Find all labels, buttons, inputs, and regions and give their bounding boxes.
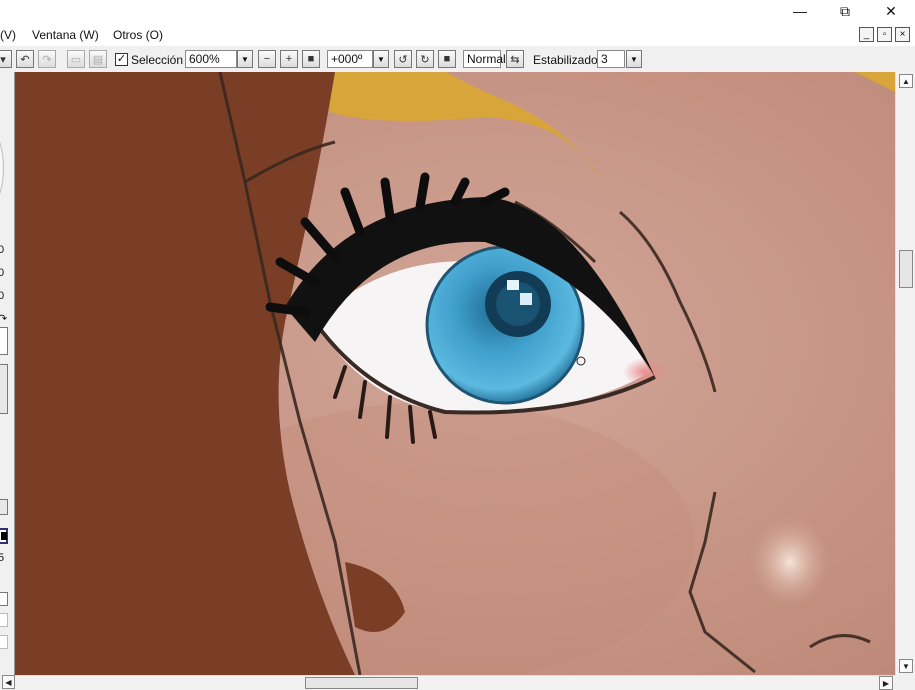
stabilizer-dropdown-button[interactable]: ▼: [626, 50, 642, 68]
menu-item-ventana[interactable]: Ventana (W): [32, 28, 99, 42]
panel-option-2[interactable]: [0, 613, 8, 627]
zoom-out-button[interactable]: −: [258, 50, 276, 68]
drawing-canvas[interactable]: [15, 72, 895, 675]
selection-label: Selección: [131, 53, 184, 67]
rotation-select[interactable]: +000º: [327, 50, 373, 68]
stabilizer-select[interactable]: 3: [597, 50, 625, 68]
color-preview[interactable]: [0, 327, 8, 355]
menu-item-otros[interactable]: Otros (O): [113, 28, 163, 42]
panel-option-1[interactable]: [0, 592, 8, 606]
restore-icon: ▫: [882, 28, 887, 40]
redo-icon: ↷: [42, 53, 52, 66]
zoom-in-button[interactable]: +: [280, 50, 298, 68]
window-restore-button[interactable]: ⧉: [831, 2, 859, 20]
menu-item-view[interactable]: (V): [0, 28, 16, 42]
invert-selection-button[interactable]: ▤: [89, 50, 107, 68]
flip-icon: ⇆: [510, 53, 520, 66]
stabilizer-label: Estabilizador: [533, 53, 602, 67]
scroll-right-button[interactable]: ▶: [879, 676, 893, 690]
vertical-scrollbar[interactable]: ▲ ▼: [895, 72, 915, 675]
undo-icon: ↶: [20, 53, 30, 66]
panel-option-3[interactable]: [0, 635, 8, 649]
reset-icon: ■: [307, 53, 315, 65]
chevron-down-icon: ▼: [241, 54, 249, 64]
chevron-left-icon: ◀: [5, 677, 12, 687]
slider-value-1: 0: [0, 244, 4, 256]
window-close-button[interactable]: ✕: [877, 2, 905, 20]
arrow-icon: ↷: [0, 312, 7, 325]
undo-button[interactable]: ↶: [16, 50, 34, 68]
toolbar-dropdown-button[interactable]: ▾: [0, 50, 12, 68]
hscroll-left-area: ◀: [0, 675, 15, 689]
rotate-left-button[interactable]: ↺: [394, 50, 412, 68]
close-icon: ×: [899, 28, 906, 40]
invert-selection-icon: ▤: [92, 53, 104, 66]
deselect-icon: ▭: [70, 53, 82, 66]
scrollbar-corner: [895, 675, 915, 689]
zoom-reset-button[interactable]: ■: [302, 50, 320, 68]
window-minimize-button[interactable]: —: [786, 2, 814, 20]
selection-checkbox[interactable]: ✓: [115, 53, 128, 66]
blend-mode-select[interactable]: Normal: [463, 50, 506, 68]
rotation-dropdown-button[interactable]: ▼: [373, 50, 389, 68]
nose-highlight: [750, 517, 830, 607]
zoom-dropdown-button[interactable]: ▼: [237, 50, 253, 68]
brush-color-swatch[interactable]: [0, 528, 8, 544]
minimize-icon: _: [863, 28, 870, 40]
horizontal-scroll-thumb[interactable]: [305, 677, 418, 689]
chevron-down-icon: ▼: [902, 661, 910, 671]
color-wheel[interactable]: [0, 122, 4, 214]
chevron-up-icon: ▲: [902, 76, 910, 86]
redo-button[interactable]: ↷: [38, 50, 56, 68]
horizontal-scrollbar[interactable]: ▶: [15, 675, 895, 690]
rotate-right-icon: ↻: [420, 53, 430, 66]
scroll-up-button[interactable]: ▲: [899, 74, 913, 88]
menu-bar: (V) Ventana (W) Otros (O) — ⧉ ✕ _ ▫ ×: [0, 0, 915, 46]
scroll-down-button[interactable]: ▼: [899, 659, 913, 673]
chevron-right-icon: ▶: [882, 678, 890, 688]
chevron-down-icon: ▾: [0, 53, 6, 66]
zoom-select[interactable]: 600%: [185, 50, 237, 68]
panel-scrollbar[interactable]: [0, 364, 8, 414]
brush-size-value: 5: [0, 552, 4, 564]
flip-horizontal-button[interactable]: ⇆: [506, 50, 524, 68]
deselect-button[interactable]: ▭: [67, 50, 85, 68]
rotate-left-icon: ↺: [398, 53, 408, 66]
toolbar: ▾ ↶ ↷ ▭ ▤ ✓ Selección 600% ▼ − + ■ +000º…: [0, 46, 915, 73]
rotate-right-button[interactable]: ↻: [416, 50, 434, 68]
minus-icon: −: [263, 53, 271, 65]
artwork-eye-closeup: [15, 72, 895, 675]
document-close-button[interactable]: ×: [895, 27, 910, 42]
slider-value-2: 0: [0, 267, 4, 279]
document-restore-button[interactable]: ▫: [877, 27, 892, 42]
vertical-scroll-thumb[interactable]: [899, 250, 913, 288]
chevron-down-icon: ▼: [377, 54, 385, 64]
left-panel: 0 0 0 ↷ 5: [0, 72, 15, 677]
plus-icon: +: [285, 53, 293, 65]
scroll-left-button[interactable]: ◀: [2, 675, 15, 689]
chevron-down-icon: ▼: [630, 54, 638, 64]
reset-icon: ■: [443, 53, 451, 65]
document-minimize-button[interactable]: _: [859, 27, 874, 42]
slider-value-3: 0: [0, 290, 4, 302]
panel-dropdown[interactable]: [0, 499, 8, 515]
rotation-reset-button[interactable]: ■: [438, 50, 456, 68]
